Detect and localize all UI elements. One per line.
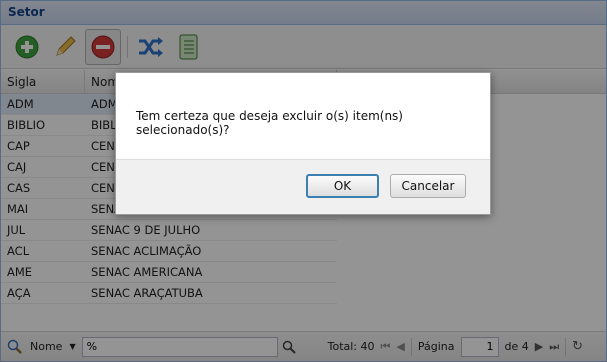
dialog-footer: OK Cancelar — [116, 159, 490, 214]
dialog-message: Tem certeza que deseja excluir o(s) item… — [136, 109, 403, 137]
confirm-delete-dialog: Tem certeza que deseja excluir o(s) item… — [115, 72, 491, 215]
ok-button[interactable]: OK — [306, 174, 379, 198]
cancel-button[interactable]: Cancelar — [390, 174, 466, 198]
